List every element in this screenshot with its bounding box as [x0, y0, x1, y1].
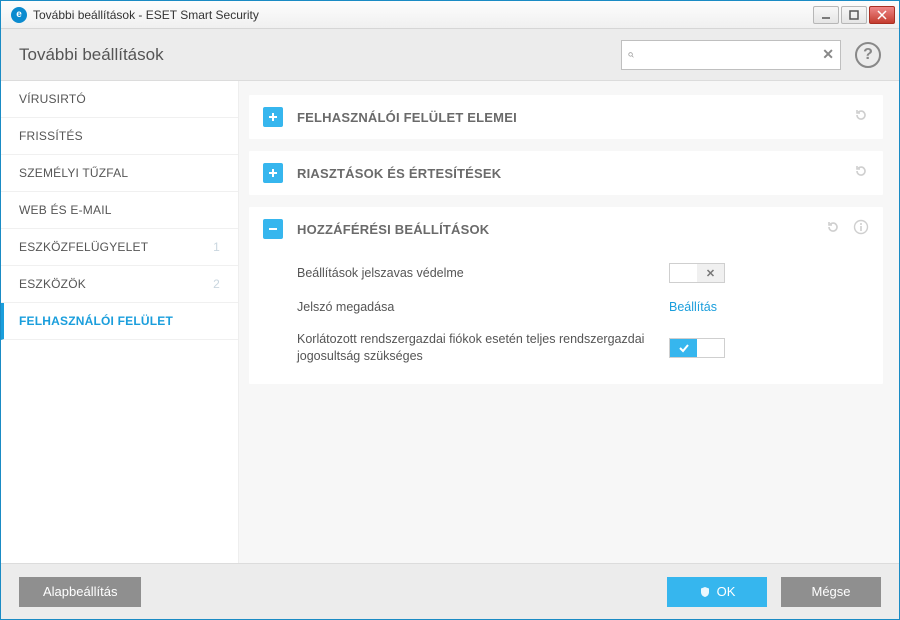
sidebar-item-firewall[interactable]: SZEMÉLYI TŰZFAL [1, 155, 238, 192]
panel-header[interactable]: RIASZTÁSOK ÉS ÉRTESÍTÉSEK [249, 151, 883, 195]
reset-icon[interactable] [853, 163, 869, 184]
sidebar-item-update[interactable]: FRISSÍTÉS [1, 118, 238, 155]
row-label: Korlátozott rendszergazdai fiókok esetén… [297, 331, 669, 364]
default-button[interactable]: Alapbeállítás [19, 577, 141, 607]
sidebar-item-antivirus[interactable]: VÍRUSIRTÓ [1, 81, 238, 118]
minimize-button[interactable] [813, 6, 839, 24]
panel-alerts: RIASZTÁSOK ÉS ÉRTESÍTÉSEK [249, 151, 883, 195]
badge: 2 [213, 277, 220, 291]
app-icon: e [11, 7, 27, 23]
header: További beállítások ✕ ? [1, 29, 899, 81]
search-icon [628, 48, 634, 62]
maximize-button[interactable] [841, 6, 867, 24]
cancel-button[interactable]: Mégse [781, 577, 881, 607]
switch-password-protect[interactable] [669, 263, 725, 283]
reset-icon[interactable] [853, 107, 869, 128]
sidebar-item-label: ESZKÖZFELÜGYELET [19, 240, 148, 254]
close-button[interactable] [869, 6, 895, 24]
row-set-password: Jelszó megadása Beállítás [297, 291, 869, 323]
page-title: További beállítások [19, 45, 164, 65]
titlebar: e További beállítások - ESET Smart Secur… [1, 1, 899, 29]
window-title: További beállítások - ESET Smart Securit… [33, 8, 259, 22]
expand-icon [263, 107, 283, 127]
info-icon[interactable] [853, 219, 869, 240]
panel-header[interactable]: HOZZÁFÉRÉSI BEÁLLÍTÁSOK [249, 207, 883, 251]
expand-icon [263, 163, 283, 183]
sidebar-item-label: SZEMÉLYI TŰZFAL [19, 166, 128, 180]
set-password-link[interactable]: Beállítás [669, 300, 717, 314]
search-box[interactable]: ✕ [621, 40, 841, 70]
panel-header[interactable]: FELHASZNÁLÓI FELÜLET ELEMEI [249, 95, 883, 139]
footer: Alapbeállítás OK Mégse [1, 563, 899, 619]
shield-icon [699, 586, 711, 598]
sidebar-item-label: FRISSÍTÉS [19, 129, 83, 143]
panel-title: HOZZÁFÉRÉSI BEÁLLÍTÁSOK [297, 222, 825, 237]
sidebar: VÍRUSIRTÓ FRISSÍTÉS SZEMÉLYI TŰZFAL WEB … [1, 81, 239, 563]
panel-access: HOZZÁFÉRÉSI BEÁLLÍTÁSOK Beállítások jels… [249, 207, 883, 384]
reset-icon[interactable] [825, 219, 841, 240]
row-admin-required: Korlátozott rendszergazdai fiókok esetén… [297, 323, 869, 372]
sidebar-item-label: WEB ÉS E-MAIL [19, 203, 112, 217]
row-label: Jelszó megadása [297, 299, 669, 315]
panel-title: FELHASZNÁLÓI FELÜLET ELEMEI [297, 110, 853, 125]
row-label: Beállítások jelszavas védelme [297, 265, 669, 281]
sidebar-item-device-control[interactable]: ESZKÖZFELÜGYELET 1 [1, 229, 238, 266]
content: FELHASZNÁLÓI FELÜLET ELEMEI RIASZTÁSOK É… [239, 81, 899, 563]
search-input[interactable] [640, 47, 816, 62]
sidebar-item-label: VÍRUSIRTÓ [19, 92, 86, 106]
window: e További beállítások - ESET Smart Secur… [0, 0, 900, 620]
collapse-icon [263, 219, 283, 239]
panel-ui-elements: FELHASZNÁLÓI FELÜLET ELEMEI [249, 95, 883, 139]
body: VÍRUSIRTÓ FRISSÍTÉS SZEMÉLYI TŰZFAL WEB … [1, 81, 899, 563]
sidebar-item-tools[interactable]: ESZKÖZÖK 2 [1, 266, 238, 303]
panel-title: RIASZTÁSOK ÉS ÉRTESÍTÉSEK [297, 166, 853, 181]
help-button[interactable]: ? [855, 42, 881, 68]
sidebar-item-web-email[interactable]: WEB ÉS E-MAIL [1, 192, 238, 229]
sidebar-item-label: ESZKÖZÖK [19, 277, 86, 291]
ok-button[interactable]: OK [667, 577, 767, 607]
sidebar-item-ui[interactable]: FELHASZNÁLÓI FELÜLET [1, 303, 238, 340]
panel-body: Beállítások jelszavas védelme Jelszó meg… [249, 251, 883, 384]
sidebar-item-label: FELHASZNÁLÓI FELÜLET [19, 314, 173, 328]
switch-admin-required[interactable] [669, 338, 725, 358]
clear-search-icon[interactable]: ✕ [822, 46, 834, 63]
badge: 1 [213, 240, 220, 254]
row-password-protect: Beállítások jelszavas védelme [297, 255, 869, 291]
